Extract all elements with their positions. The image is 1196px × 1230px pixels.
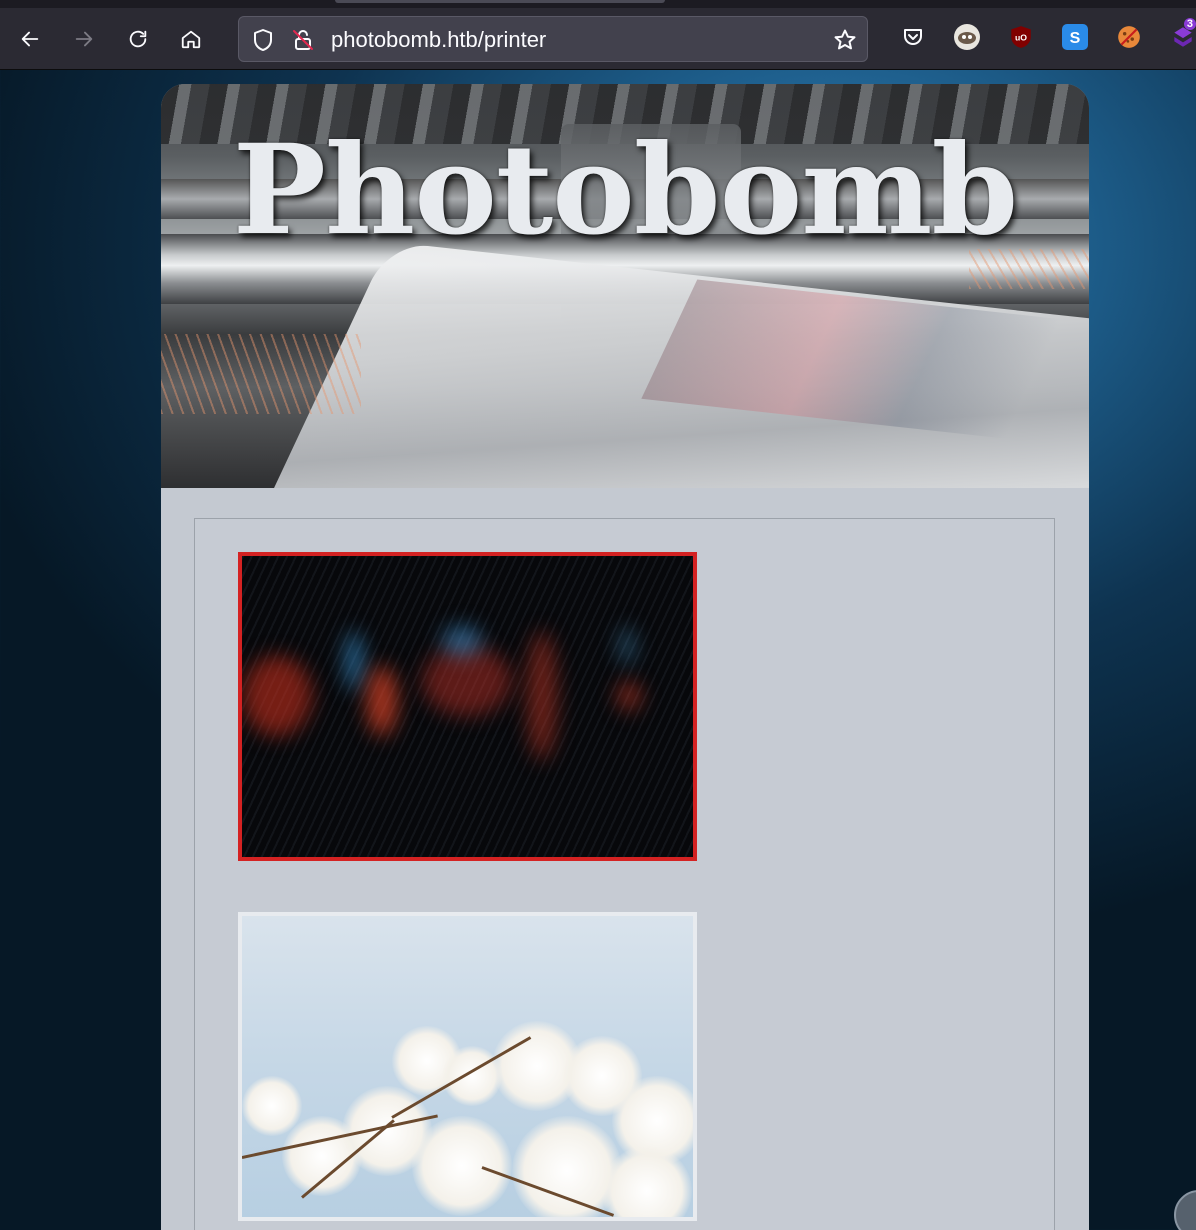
star-icon[interactable] [833, 28, 857, 52]
blue-light-glow [442, 626, 482, 656]
cookie-editor-icon [1118, 26, 1140, 48]
reload-icon [129, 30, 147, 48]
browser-toolbar: photobomb.htb/printer uO S 3 [0, 0, 1196, 70]
red-light-glow [242, 656, 312, 736]
pocket-button[interactable] [900, 24, 926, 50]
hackbar-button[interactable]: 3 [1170, 18, 1196, 50]
back-button[interactable] [13, 22, 47, 56]
arrow-right-icon [75, 31, 93, 47]
address-bar[interactable]: photobomb.htb/printer [238, 16, 868, 62]
extension-badge: 3 [1183, 18, 1196, 30]
hero-sparks-left [161, 334, 361, 414]
page-title: Photobomb [232, 118, 1018, 263]
s-extension-button[interactable]: S [1062, 24, 1088, 50]
red-light-glow [422, 646, 512, 716]
svg-text:S: S [1070, 30, 1081, 47]
red-light-glow [367, 666, 397, 736]
cookie-editor-button[interactable] [1116, 24, 1142, 50]
ublock-origin-button[interactable]: uO [1008, 24, 1034, 50]
home-icon [181, 30, 201, 49]
photo-option[interactable] [238, 912, 697, 1221]
printer-hero-banner: Photobomb [161, 84, 1089, 488]
active-tab-indicator[interactable] [335, 0, 665, 3]
reload-button[interactable] [121, 22, 155, 56]
blue-light-glow [620, 626, 634, 666]
wappalyzer-button[interactable] [954, 24, 980, 50]
insecure-lock-icon[interactable] [291, 28, 315, 52]
ublock-origin-icon: uO [1011, 26, 1031, 48]
forward-button[interactable] [67, 22, 101, 56]
red-light-glow [617, 681, 641, 711]
s-extension-icon: S [1070, 30, 1081, 47]
arrow-left-icon [21, 31, 39, 47]
photo-option-selected[interactable] [238, 552, 697, 861]
red-light-glow [527, 631, 557, 761]
home-button[interactable] [174, 22, 208, 56]
svg-text:uO: uO [1015, 32, 1027, 42]
blue-light-glow [347, 631, 361, 691]
floating-action-button[interactable] [1174, 1190, 1196, 1230]
page-card: Photobomb [161, 84, 1089, 1230]
tracking-shield-icon[interactable] [251, 28, 275, 52]
url-text[interactable]: photobomb.htb/printer [331, 27, 546, 53]
wappalyzer-icon [958, 32, 976, 44]
pocket-icon [904, 29, 922, 45]
blossom [412, 1116, 512, 1216]
photo-gallery [194, 518, 1055, 1230]
